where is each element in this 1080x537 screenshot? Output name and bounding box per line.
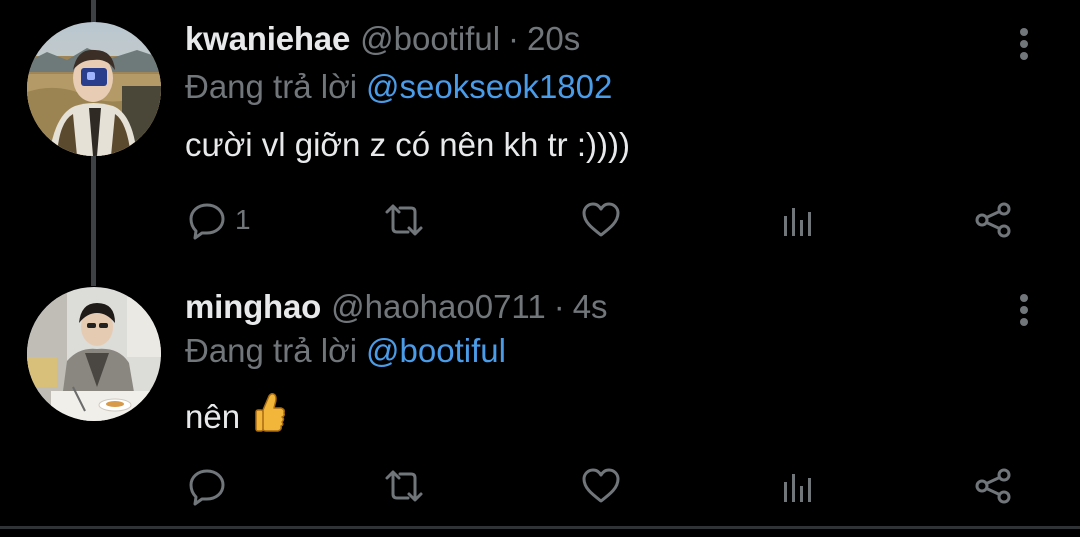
reply-icon — [189, 203, 225, 240]
share-button[interactable] — [973, 464, 1013, 508]
user-handle[interactable]: @bootiful — [360, 20, 500, 58]
like-icon — [582, 468, 620, 503]
tweet-divider — [0, 526, 1080, 529]
tweet-text: cười vl giỡn z có nên kh tr :)))) — [185, 126, 630, 163]
retweet-button[interactable] — [381, 198, 427, 242]
replying-to-label: Đang trả lời — [185, 332, 358, 369]
display-name[interactable]: minghao — [185, 288, 321, 326]
more-options-button[interactable] — [1006, 290, 1042, 330]
views-button[interactable] — [778, 198, 818, 242]
avatar[interactable] — [27, 22, 161, 156]
share-button[interactable] — [973, 198, 1013, 242]
reply-icon — [189, 469, 225, 506]
tweet-text: nên — [185, 392, 286, 442]
reply-button[interactable] — [187, 464, 227, 508]
like-button[interactable] — [580, 198, 622, 242]
views-icon — [784, 208, 811, 236]
tweet[interactable]: kwaniehae @bootiful · 20s Đang trả lời @s… — [0, 0, 1080, 268]
retweet-icon — [385, 204, 423, 236]
tweet-text-content: nên — [185, 398, 241, 435]
replying-to-label: Đang trả lời — [185, 68, 358, 105]
timestamp[interactable]: 4s — [573, 288, 608, 326]
user-handle[interactable]: @haohao0711 — [331, 288, 546, 326]
reply-count: 1 — [235, 204, 251, 235]
separator-dot: · — [508, 20, 520, 57]
separator-dot: · — [553, 288, 565, 325]
replying-to-mention[interactable]: @bootiful — [366, 332, 506, 369]
reply-thread: kwaniehae @bootiful · 20s Đang trả lời @s… — [0, 0, 1080, 537]
tweet[interactable]: minghao @haohao0711 · 4s Đang trả lời @bo… — [0, 268, 1080, 526]
replying-to-mention[interactable]: @seokseok1802 — [366, 68, 612, 105]
tweet-actions: 1 — [185, 198, 1035, 242]
views-icon — [784, 474, 811, 502]
reply-button[interactable]: 1 — [187, 198, 251, 242]
more-options-button[interactable] — [1006, 24, 1042, 64]
views-button[interactable] — [778, 464, 818, 508]
tweet-header: kwaniehae @bootiful · 20s — [185, 20, 580, 68]
replying-to: Đang trả lời @bootiful — [185, 332, 506, 376]
avatar[interactable] — [27, 287, 161, 421]
display-name[interactable]: kwaniehae — [185, 20, 350, 58]
more-vertical-icon — [1020, 294, 1028, 326]
tweet-header: minghao @haohao0711 · 4s — [185, 288, 608, 336]
retweet-button[interactable] — [381, 464, 427, 508]
timestamp[interactable]: 20s — [527, 20, 580, 58]
retweet-icon — [385, 470, 423, 502]
replying-to: Đang trả lời @seokseok1802 — [185, 68, 612, 112]
more-vertical-icon — [1020, 28, 1028, 60]
thumbs-up-emoji — [254, 392, 286, 442]
share-icon — [975, 468, 1011, 504]
share-icon — [975, 202, 1011, 238]
like-icon — [582, 202, 620, 237]
like-button[interactable] — [580, 464, 622, 508]
tweet-actions — [185, 464, 1035, 508]
